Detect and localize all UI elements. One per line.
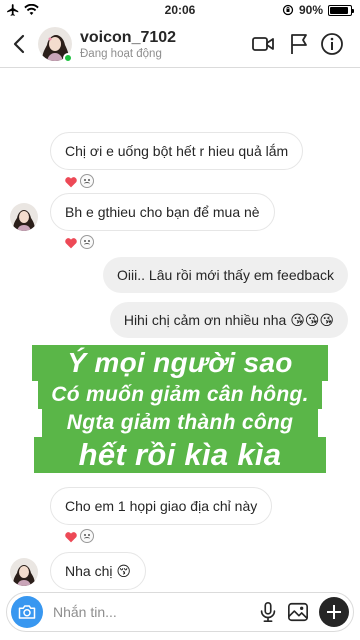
rotation-lock-icon xyxy=(282,4,294,16)
gallery-icon[interactable] xyxy=(287,601,309,623)
sender-avatar[interactable] xyxy=(10,558,38,586)
message-reactions[interactable] xyxy=(64,234,94,250)
overlay-text-line: Có muốn giảm cân hông. xyxy=(38,381,322,409)
message-reactions[interactable] xyxy=(64,528,94,544)
microphone-icon[interactable] xyxy=(257,601,279,623)
chat-header: voicon_7102 Đang hoạt động xyxy=(0,20,360,68)
chat-username[interactable]: voicon_7102 xyxy=(80,29,176,47)
camera-button[interactable] xyxy=(11,596,43,628)
overlay-text-line: Ngta giảm thành công xyxy=(42,409,318,437)
battery-percent: 90% xyxy=(298,3,323,17)
message-bubble-incoming[interactable]: Chị ơi e uống bột hết r hieu quả lắm xyxy=(50,132,304,170)
face-icon xyxy=(80,235,94,249)
heart-icon xyxy=(65,531,77,542)
camera-icon xyxy=(18,605,36,619)
overlay-text-line: hết rồi kìa kìa xyxy=(34,437,326,473)
face-icon xyxy=(80,529,94,543)
online-indicator xyxy=(63,53,73,63)
video-camera-icon[interactable] xyxy=(251,32,275,56)
plus-icon[interactable] xyxy=(319,597,349,627)
message-bubble-outgoing[interactable]: Oiii.. Lâu rồi mới thấy em feedback xyxy=(103,257,348,293)
message-bubble-outgoing[interactable]: Hihi chị cảm ơn nhiều nha 😘😘😘 xyxy=(109,302,348,338)
overlay-text-line: Ý mọi người sao xyxy=(32,345,328,381)
active-status: Đang hoạt động xyxy=(80,48,162,60)
heart-icon xyxy=(65,237,77,248)
sender-avatar[interactable] xyxy=(10,203,38,231)
message-input[interactable] xyxy=(53,603,233,621)
heart-icon xyxy=(65,176,77,187)
message-composer xyxy=(6,592,354,632)
status-bar: 20:06 90% xyxy=(0,0,360,20)
message-bubble-incoming[interactable]: Bh e gthieu cho bạn để mua nè xyxy=(50,193,275,231)
message-reactions[interactable] xyxy=(64,173,94,189)
battery-icon xyxy=(328,4,354,16)
flag-icon[interactable] xyxy=(287,32,311,56)
back-chevron-icon[interactable] xyxy=(10,32,30,56)
status-right: 90% xyxy=(282,3,354,17)
face-icon xyxy=(80,174,94,188)
message-bubble-incoming[interactable]: Nha chị 😚 xyxy=(50,552,146,590)
info-icon[interactable] xyxy=(320,32,344,56)
message-bubble-incoming[interactable]: Cho em 1 họpi giao địa chỉ này xyxy=(50,487,273,525)
